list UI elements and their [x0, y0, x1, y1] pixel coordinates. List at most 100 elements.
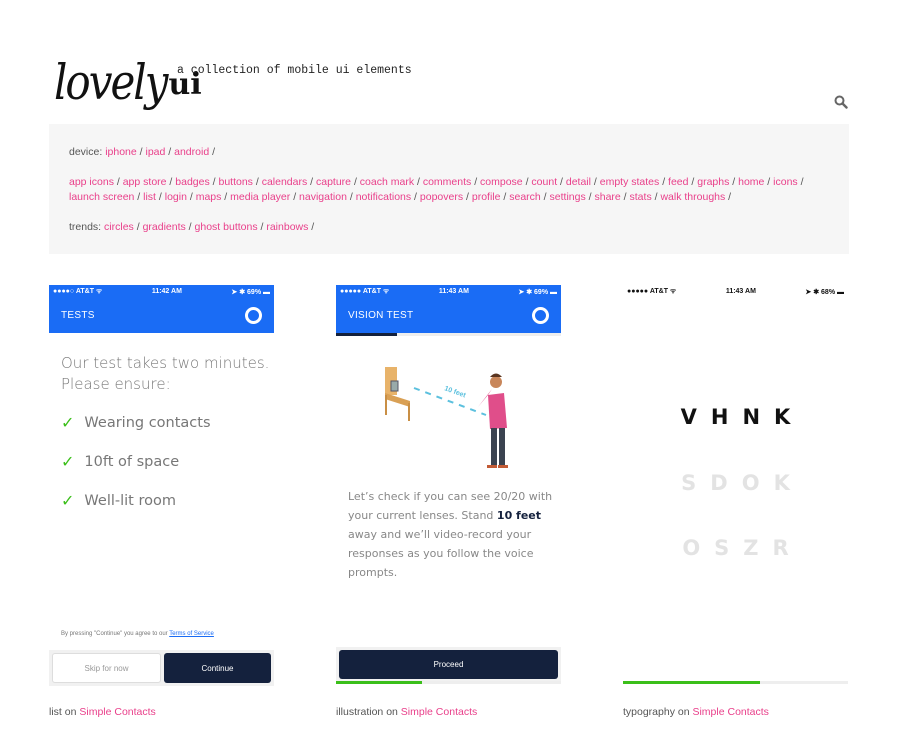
- checklist-item: ✓ Well-lit room: [61, 491, 176, 510]
- clock: 11:42 AM: [151, 288, 182, 295]
- category-link[interactable]: calendars: [262, 176, 308, 188]
- device-link[interactable]: ipad: [146, 146, 166, 158]
- separator: /: [252, 176, 262, 188]
- category-link[interactable]: launch screen: [69, 191, 134, 203]
- separator: /: [729, 176, 739, 188]
- terms-prefix: By pressing "Continue" you agree to our: [61, 631, 170, 637]
- category-link[interactable]: feed: [668, 176, 688, 188]
- category-link[interactable]: app store: [123, 176, 167, 188]
- category-link[interactable]: notifications: [356, 191, 411, 203]
- clock: 11:43 AM: [438, 288, 469, 295]
- status-bar: ●●●●○ AT&T ᯤ 11:42 AM ➤ ✱ 69% ▬: [49, 285, 274, 298]
- category-link[interactable]: maps: [196, 191, 222, 203]
- category-link[interactable]: icons: [773, 176, 798, 188]
- trend-link[interactable]: circles: [104, 221, 134, 233]
- category-link[interactable]: profile: [472, 191, 501, 203]
- category-link[interactable]: home: [738, 176, 764, 188]
- separator: /: [221, 191, 231, 203]
- category-link[interactable]: badges: [175, 176, 209, 188]
- category-link[interactable]: detail: [566, 176, 591, 188]
- caption-link[interactable]: Simple Contacts: [79, 706, 155, 718]
- status-bar: ●●●●● AT&T ᯤ 11:43 AM ➤ ✱ 68% ▬: [623, 285, 848, 298]
- category-link[interactable]: comments: [423, 176, 471, 188]
- checklist-label: Well-lit room: [84, 492, 176, 509]
- ring-icon[interactable]: [532, 307, 549, 324]
- search-icon[interactable]: [834, 95, 848, 109]
- proceed-button[interactable]: Proceed: [339, 650, 558, 679]
- body-text-end: away and we’ll video-record your respons…: [348, 528, 534, 579]
- distance-label: 10 feet: [443, 385, 467, 399]
- tagline: a collection of mobile ui elements: [177, 64, 412, 77]
- proceed-container: Proceed: [336, 647, 561, 682]
- battery: ➤ ✱ 69% ▬: [231, 288, 270, 296]
- category-link[interactable]: navigation: [299, 191, 347, 203]
- separator: /: [500, 191, 510, 203]
- category-link[interactable]: compose: [480, 176, 523, 188]
- category-link[interactable]: search: [509, 191, 541, 203]
- battery: ➤ ✱ 68% ▬: [805, 288, 844, 296]
- card-caption: list on Simple Contacts: [49, 706, 156, 718]
- progress-fill: [336, 681, 422, 684]
- separator: /: [186, 191, 196, 203]
- separator: /: [351, 176, 360, 188]
- separator: /: [471, 176, 481, 188]
- separator: /: [725, 191, 732, 203]
- category-link[interactable]: settings: [550, 191, 586, 203]
- caption-link[interactable]: Simple Contacts: [401, 706, 477, 718]
- separator: /: [688, 176, 698, 188]
- separator: /: [346, 191, 356, 203]
- carrier: ●●●●● AT&T ᯤ: [627, 288, 677, 295]
- caption-prefix: list on: [49, 706, 80, 718]
- category-link[interactable]: stats: [630, 191, 652, 203]
- card-list: ●●●●○ AT&T ᯤ 11:42 AM ➤ ✱ 69% ▬ TESTS Ou…: [49, 285, 274, 686]
- separator: /: [113, 176, 123, 188]
- category-link[interactable]: login: [165, 191, 187, 203]
- trend-link[interactable]: gradients: [143, 221, 186, 233]
- category-filter: app icons / app store / badges / buttons…: [69, 175, 829, 205]
- skip-button[interactable]: Skip for now: [52, 653, 161, 683]
- category-link[interactable]: media player: [230, 191, 290, 203]
- caption-link[interactable]: Simple Contacts: [692, 706, 768, 718]
- check-icon: ✓: [61, 413, 75, 432]
- separator: /: [463, 191, 472, 203]
- trends-filter: trends: circles / gradients / ghost butt…: [69, 220, 829, 235]
- card-caption: typography on Simple Contacts: [623, 706, 769, 718]
- category-link[interactable]: app icons: [69, 176, 114, 188]
- vision-test-illustration: 10 feet: [385, 367, 508, 468]
- tab-progress: [336, 333, 561, 336]
- category-link[interactable]: graphs: [697, 176, 729, 188]
- category-link[interactable]: list: [143, 191, 156, 203]
- ring-icon[interactable]: [245, 307, 262, 324]
- progress-bar: [623, 681, 848, 684]
- category-link[interactable]: share: [594, 191, 620, 203]
- trends-label: trends:: [69, 221, 102, 233]
- device-link[interactable]: iphone: [105, 146, 137, 158]
- intro-line: Our test takes two minutes.: [61, 354, 270, 372]
- separator: /: [620, 191, 630, 203]
- eye-chart-row-active: VHNK: [680, 405, 805, 429]
- intro-text: Our test takes two minutes. Please ensur…: [61, 353, 269, 395]
- status-bar: ●●●●● AT&T ᯤ 11:43 AM ➤ ✱ 69% ▬: [336, 285, 561, 298]
- nav-title: TESTS: [61, 310, 95, 321]
- separator: /: [209, 146, 215, 158]
- trend-link[interactable]: ghost buttons: [195, 221, 258, 233]
- carrier: ●●●●○ AT&T ᯤ: [53, 288, 103, 295]
- check-icon: ✓: [61, 491, 75, 510]
- continue-button[interactable]: Continue: [164, 653, 271, 683]
- category-link[interactable]: popovers: [420, 191, 463, 203]
- separator: /: [659, 176, 669, 188]
- caption-prefix: typography on: [623, 706, 693, 718]
- category-link[interactable]: buttons: [218, 176, 252, 188]
- terms-link[interactable]: Terms of Service: [169, 631, 214, 637]
- category-link[interactable]: coach mark: [360, 176, 414, 188]
- category-link[interactable]: empty states: [600, 176, 660, 188]
- category-link[interactable]: walk throughs: [660, 191, 725, 203]
- category-link[interactable]: count: [531, 176, 557, 188]
- separator: /: [133, 221, 143, 233]
- trend-link[interactable]: rainbows: [266, 221, 308, 233]
- card-caption: illustration on Simple Contacts: [336, 706, 477, 718]
- device-link[interactable]: android: [174, 146, 209, 158]
- device-filter: device: iphone / ipad / android /: [69, 145, 829, 160]
- eye-chart-row: OSZR: [682, 536, 803, 560]
- category-link[interactable]: capture: [316, 176, 351, 188]
